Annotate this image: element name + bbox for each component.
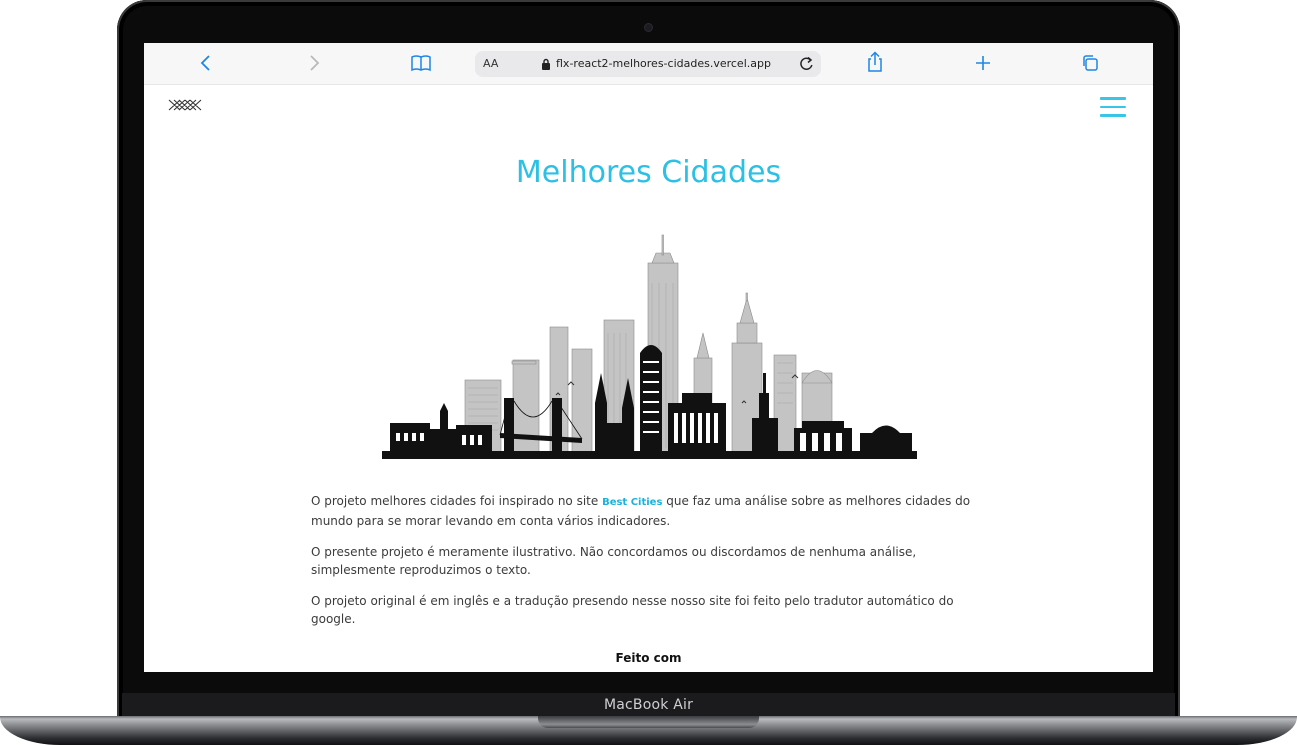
best-cities-link[interactable]: Best Cities [602,497,662,508]
url-text: flx-react2-melhores-cidades.vercel.app [556,57,771,70]
tabs-icon[interactable] [1081,53,1099,73]
paragraph-1: O projeto melhores cidades foi inspirado… [311,492,981,530]
browser-window: AA flx-react2-melhores-cidades.vercel.ap… [144,43,1153,672]
footer-made-with: Feito com [615,651,682,665]
reload-icon[interactable] [799,56,814,77]
paragraph-2: O presente projeto é meramente ilustrati… [311,545,917,577]
reader-aa-button[interactable]: AA [483,57,498,70]
forward-icon[interactable] [307,53,321,73]
menu-icon[interactable] [1100,97,1126,123]
page-title: Melhores Cidades [515,155,782,190]
site-logo-icon[interactable] [168,98,202,117]
lock-icon [541,57,551,75]
device-label: MacBook Air [603,697,694,713]
city-skyline-illustration [382,233,917,464]
bookmarks-icon[interactable] [410,53,432,73]
address-bar[interactable]: AA flx-react2-melhores-cidades.vercel.ap… [475,51,821,77]
camera [645,24,652,31]
paragraph-1-text: O projeto melhores cidades foi inspirado… [311,494,603,508]
paragraph-3: O projeto original é em inglês e a tradu… [311,594,954,626]
browser-toolbar: AA flx-react2-melhores-cidades.vercel.ap… [144,43,1153,85]
laptop-mockup: AA flx-react2-melhores-cidades.vercel.ap… [0,0,1297,745]
new-tab-icon[interactable] [974,53,992,73]
share-icon[interactable] [866,51,884,73]
back-icon[interactable] [199,53,213,73]
laptop-hinge-notch [538,716,759,728]
intro-text: O projeto melhores cidades foi inspirado… [311,492,981,641]
